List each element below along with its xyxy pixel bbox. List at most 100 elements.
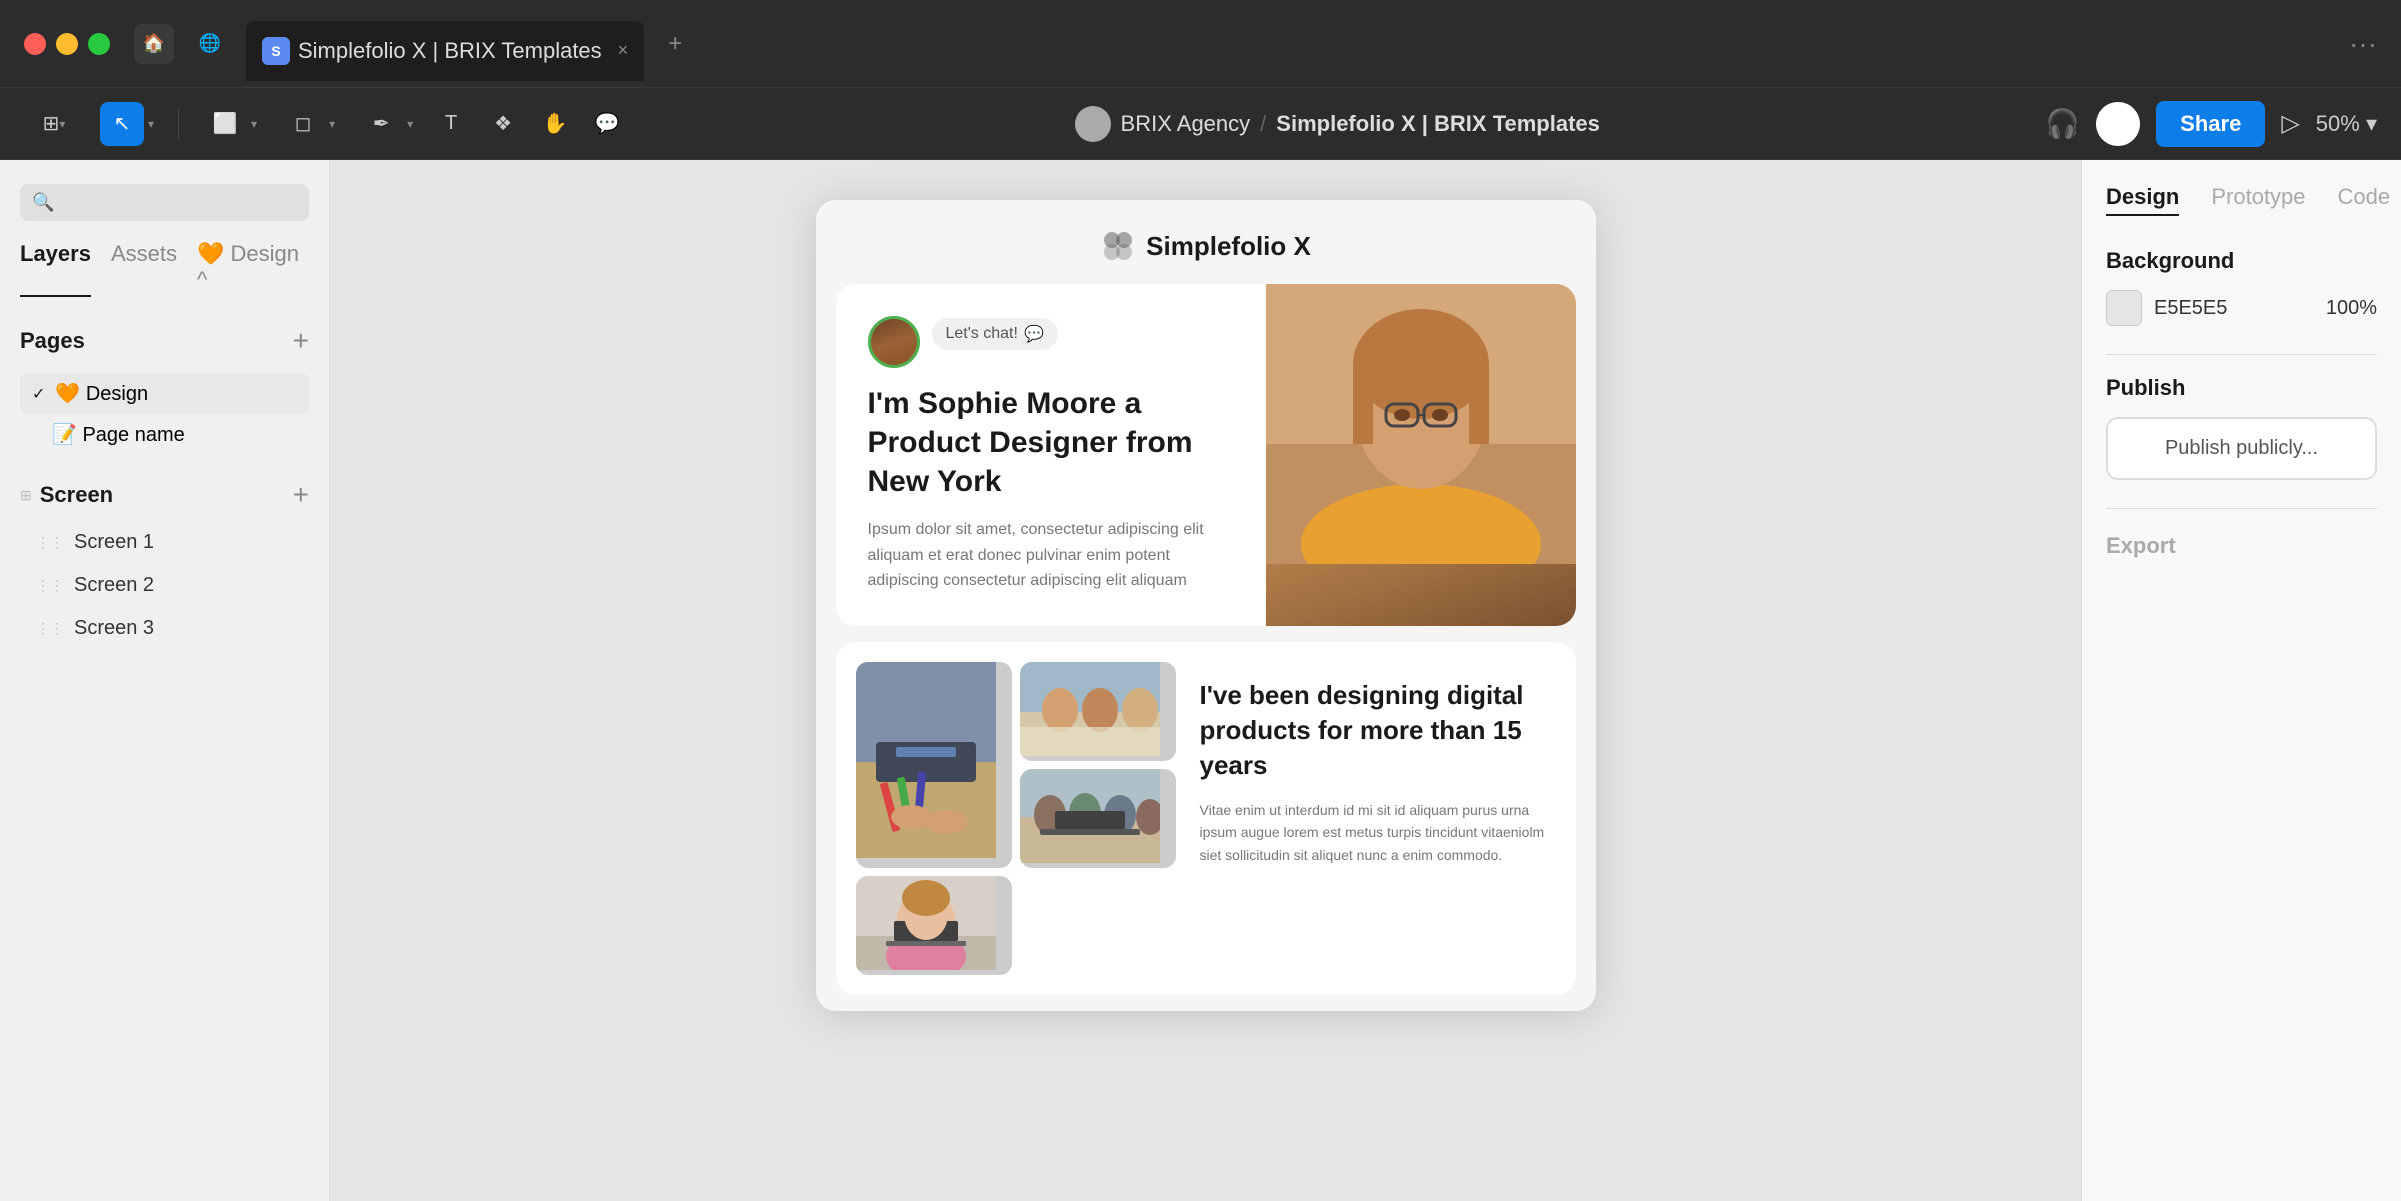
tab-assets[interactable]: Assets xyxy=(111,241,177,297)
screen-item[interactable]: ⋮⋮ Screen 2 xyxy=(20,566,309,605)
comment-tool-btn[interactable]: 💬 xyxy=(585,102,629,146)
pages-add-btn[interactable]: + xyxy=(293,325,309,357)
globe-icon[interactable]: 🌐 xyxy=(190,24,230,64)
screen-section-header: ⊞ Screen + xyxy=(20,479,309,511)
tab-favicon: S xyxy=(262,37,290,65)
toolbar-separator-1 xyxy=(178,108,179,140)
screen-dots-icon: ⋮⋮ xyxy=(36,577,64,594)
tool-group-shape: ◻ ▾ xyxy=(273,96,343,152)
tool-group-frame: ⬜ ▾ xyxy=(195,96,265,152)
home-button[interactable]: 🏠 xyxy=(134,24,174,64)
pen-tool-chevron: ▾ xyxy=(407,117,413,131)
more-options-btn[interactable]: ··· xyxy=(2349,28,2377,60)
select-tool-btn[interactable]: ↖ xyxy=(100,102,144,146)
screen-item[interactable]: ⋮⋮ Screen 3 xyxy=(20,609,309,648)
minimize-window-btn[interactable] xyxy=(56,33,78,55)
bg-color-swatch[interactable] xyxy=(2106,290,2142,326)
hero-photo xyxy=(1266,284,1576,626)
tool-group-pen: ✒ ▾ xyxy=(351,96,421,152)
chat-bubble: Let's chat! 💬 xyxy=(932,318,1058,350)
screen-item[interactable]: ⋮⋮ Screen 1 xyxy=(20,523,309,562)
panel-tabs: Design Prototype Code xyxy=(2106,184,2377,216)
toolbar: ⊞▾ ↖ ▾ ⬜ ▾ ◻ ▾ ✒ ▾ T ❖ ✋ 💬 BRIX Agency /… xyxy=(0,88,2401,160)
logo-icon xyxy=(1100,228,1136,264)
photo-cell-4 xyxy=(856,876,1012,975)
maximize-window-btn[interactable] xyxy=(88,33,110,55)
tab-label: Simplefolio X | BRIX Templates xyxy=(298,38,602,64)
background-section: Background E5E5E5 100% xyxy=(2106,248,2377,326)
grid-tool-btn[interactable]: ⊞▾ xyxy=(32,102,76,146)
shape-tool-btn[interactable]: ◻ xyxy=(281,102,325,146)
hero-title: I'm Sophie Moore a Product Designer from… xyxy=(868,384,1234,501)
text-tool-btn[interactable]: T xyxy=(429,102,473,146)
background-title: Background xyxy=(2106,248,2377,274)
zoom-control[interactable]: 50% ▾ xyxy=(2316,111,2377,137)
tab-layers[interactable]: Layers xyxy=(20,241,91,297)
screen-icon: ⊞ xyxy=(20,487,32,504)
hero-body: Ipsum dolor sit amet, consectetur adipis… xyxy=(868,517,1234,594)
page-name-label: 📝 Page name xyxy=(52,422,185,447)
screen-1-label: Screen 1 xyxy=(74,531,154,554)
component-tool-btn[interactable]: ❖ xyxy=(481,102,525,146)
page-check-icon: ✓ xyxy=(32,384,45,404)
breadcrumb-org[interactable]: BRIX Agency xyxy=(1121,111,1251,137)
chat-label: Let's chat! xyxy=(946,325,1018,343)
panel-tab-prototype[interactable]: Prototype xyxy=(2211,184,2305,216)
toolbar-right: 🎧 Share ▷ 50% ▾ xyxy=(2045,101,2377,147)
screen-list: ⋮⋮ Screen 1 ⋮⋮ Screen 2 ⋮⋮ Screen 3 xyxy=(20,523,309,648)
hand-tool-btn[interactable]: ✋ xyxy=(533,102,577,146)
headphone-icon[interactable]: 🎧 xyxy=(2045,107,2080,140)
canvas: Simplefolio X Let's chat! 💬 I'm Sophie M… xyxy=(330,160,2081,1201)
browser-tab[interactable]: S Simplefolio X | BRIX Templates × xyxy=(246,21,644,81)
second-body: Vitae enim ut interdum id mi sit id aliq… xyxy=(1200,799,1548,866)
frame-tool-chevron: ▾ xyxy=(251,117,257,131)
hero-text: Let's chat! 💬 I'm Sophie Moore a Product… xyxy=(836,284,1266,626)
logo-text: Simplefolio X xyxy=(1146,231,1311,262)
background-row[interactable]: E5E5E5 100% xyxy=(2106,290,2377,326)
main-layout: 🔍 Layers Assets 🧡 Design ^ Pages + ✓ 🧡 D… xyxy=(0,160,2401,1201)
pages-title: Pages xyxy=(20,328,85,354)
hero-card: Let's chat! 💬 I'm Sophie Moore a Product… xyxy=(836,284,1576,626)
screen-3-label: Screen 3 xyxy=(74,617,154,640)
frame-tool-btn[interactable]: ⬜ xyxy=(203,102,247,146)
second-section: I've been designing digital products for… xyxy=(836,642,1576,995)
frame-logo: Simplefolio X xyxy=(816,200,1596,284)
screen-add-btn[interactable]: + xyxy=(293,479,309,511)
breadcrumb-separator: / xyxy=(1260,111,1266,137)
user-avatar[interactable] xyxy=(2096,102,2140,146)
pen-tool-btn[interactable]: ✒ xyxy=(359,102,403,146)
breadcrumb-file[interactable]: Simplefolio X | BRIX Templates xyxy=(1276,111,1600,137)
panel-tab-code[interactable]: Code xyxy=(2338,184,2391,216)
tab-close-btn[interactable]: × xyxy=(618,40,629,61)
shape-tool-chevron: ▾ xyxy=(329,117,335,131)
panel-divider-2 xyxy=(2106,508,2377,509)
page-item-name[interactable]: 📝 Page name xyxy=(20,414,309,455)
publish-title: Publish xyxy=(2106,375,2377,401)
tool-group-select: ⊞▾ xyxy=(24,96,84,152)
toolbar-center: BRIX Agency / Simplefolio X | BRIX Templ… xyxy=(637,106,2037,142)
photo-cell-2 xyxy=(1020,662,1176,761)
second-title: I've been designing digital products for… xyxy=(1200,678,1548,783)
close-window-btn[interactable] xyxy=(24,33,46,55)
panel-divider-1 xyxy=(2106,354,2377,355)
photo-cell-1 xyxy=(856,662,1012,868)
window-controls xyxy=(24,33,110,55)
publish-button[interactable]: Publish publicly... xyxy=(2106,417,2377,480)
hero-avatar xyxy=(868,316,920,368)
canvas-frame: Simplefolio X Let's chat! 💬 I'm Sophie M… xyxy=(816,200,1596,1011)
search-icon: 🔍 xyxy=(32,192,54,213)
bg-opacity-value[interactable]: 100% xyxy=(2326,297,2377,320)
page-item-design[interactable]: ✓ 🧡 Design xyxy=(20,373,309,414)
export-section: Export xyxy=(2106,533,2377,559)
new-tab-button[interactable]: + xyxy=(668,30,682,58)
tab-design[interactable]: 🧡 Design ^ xyxy=(197,241,309,297)
page-design-label: 🧡 Design xyxy=(55,381,148,406)
panel-tab-design[interactable]: Design xyxy=(2106,184,2179,216)
bg-hex-value[interactable]: E5E5E5 xyxy=(2154,297,2227,320)
right-panel: Design Prototype Code Background E5E5E5 … xyxy=(2081,160,2401,1201)
sidebar: 🔍 Layers Assets 🧡 Design ^ Pages + ✓ 🧡 D… xyxy=(0,160,330,1201)
sidebar-search[interactable]: 🔍 xyxy=(20,184,309,221)
share-button[interactable]: Share xyxy=(2156,101,2265,147)
play-button[interactable]: ▷ xyxy=(2281,109,2299,138)
screen-dots-icon: ⋮⋮ xyxy=(36,534,64,551)
